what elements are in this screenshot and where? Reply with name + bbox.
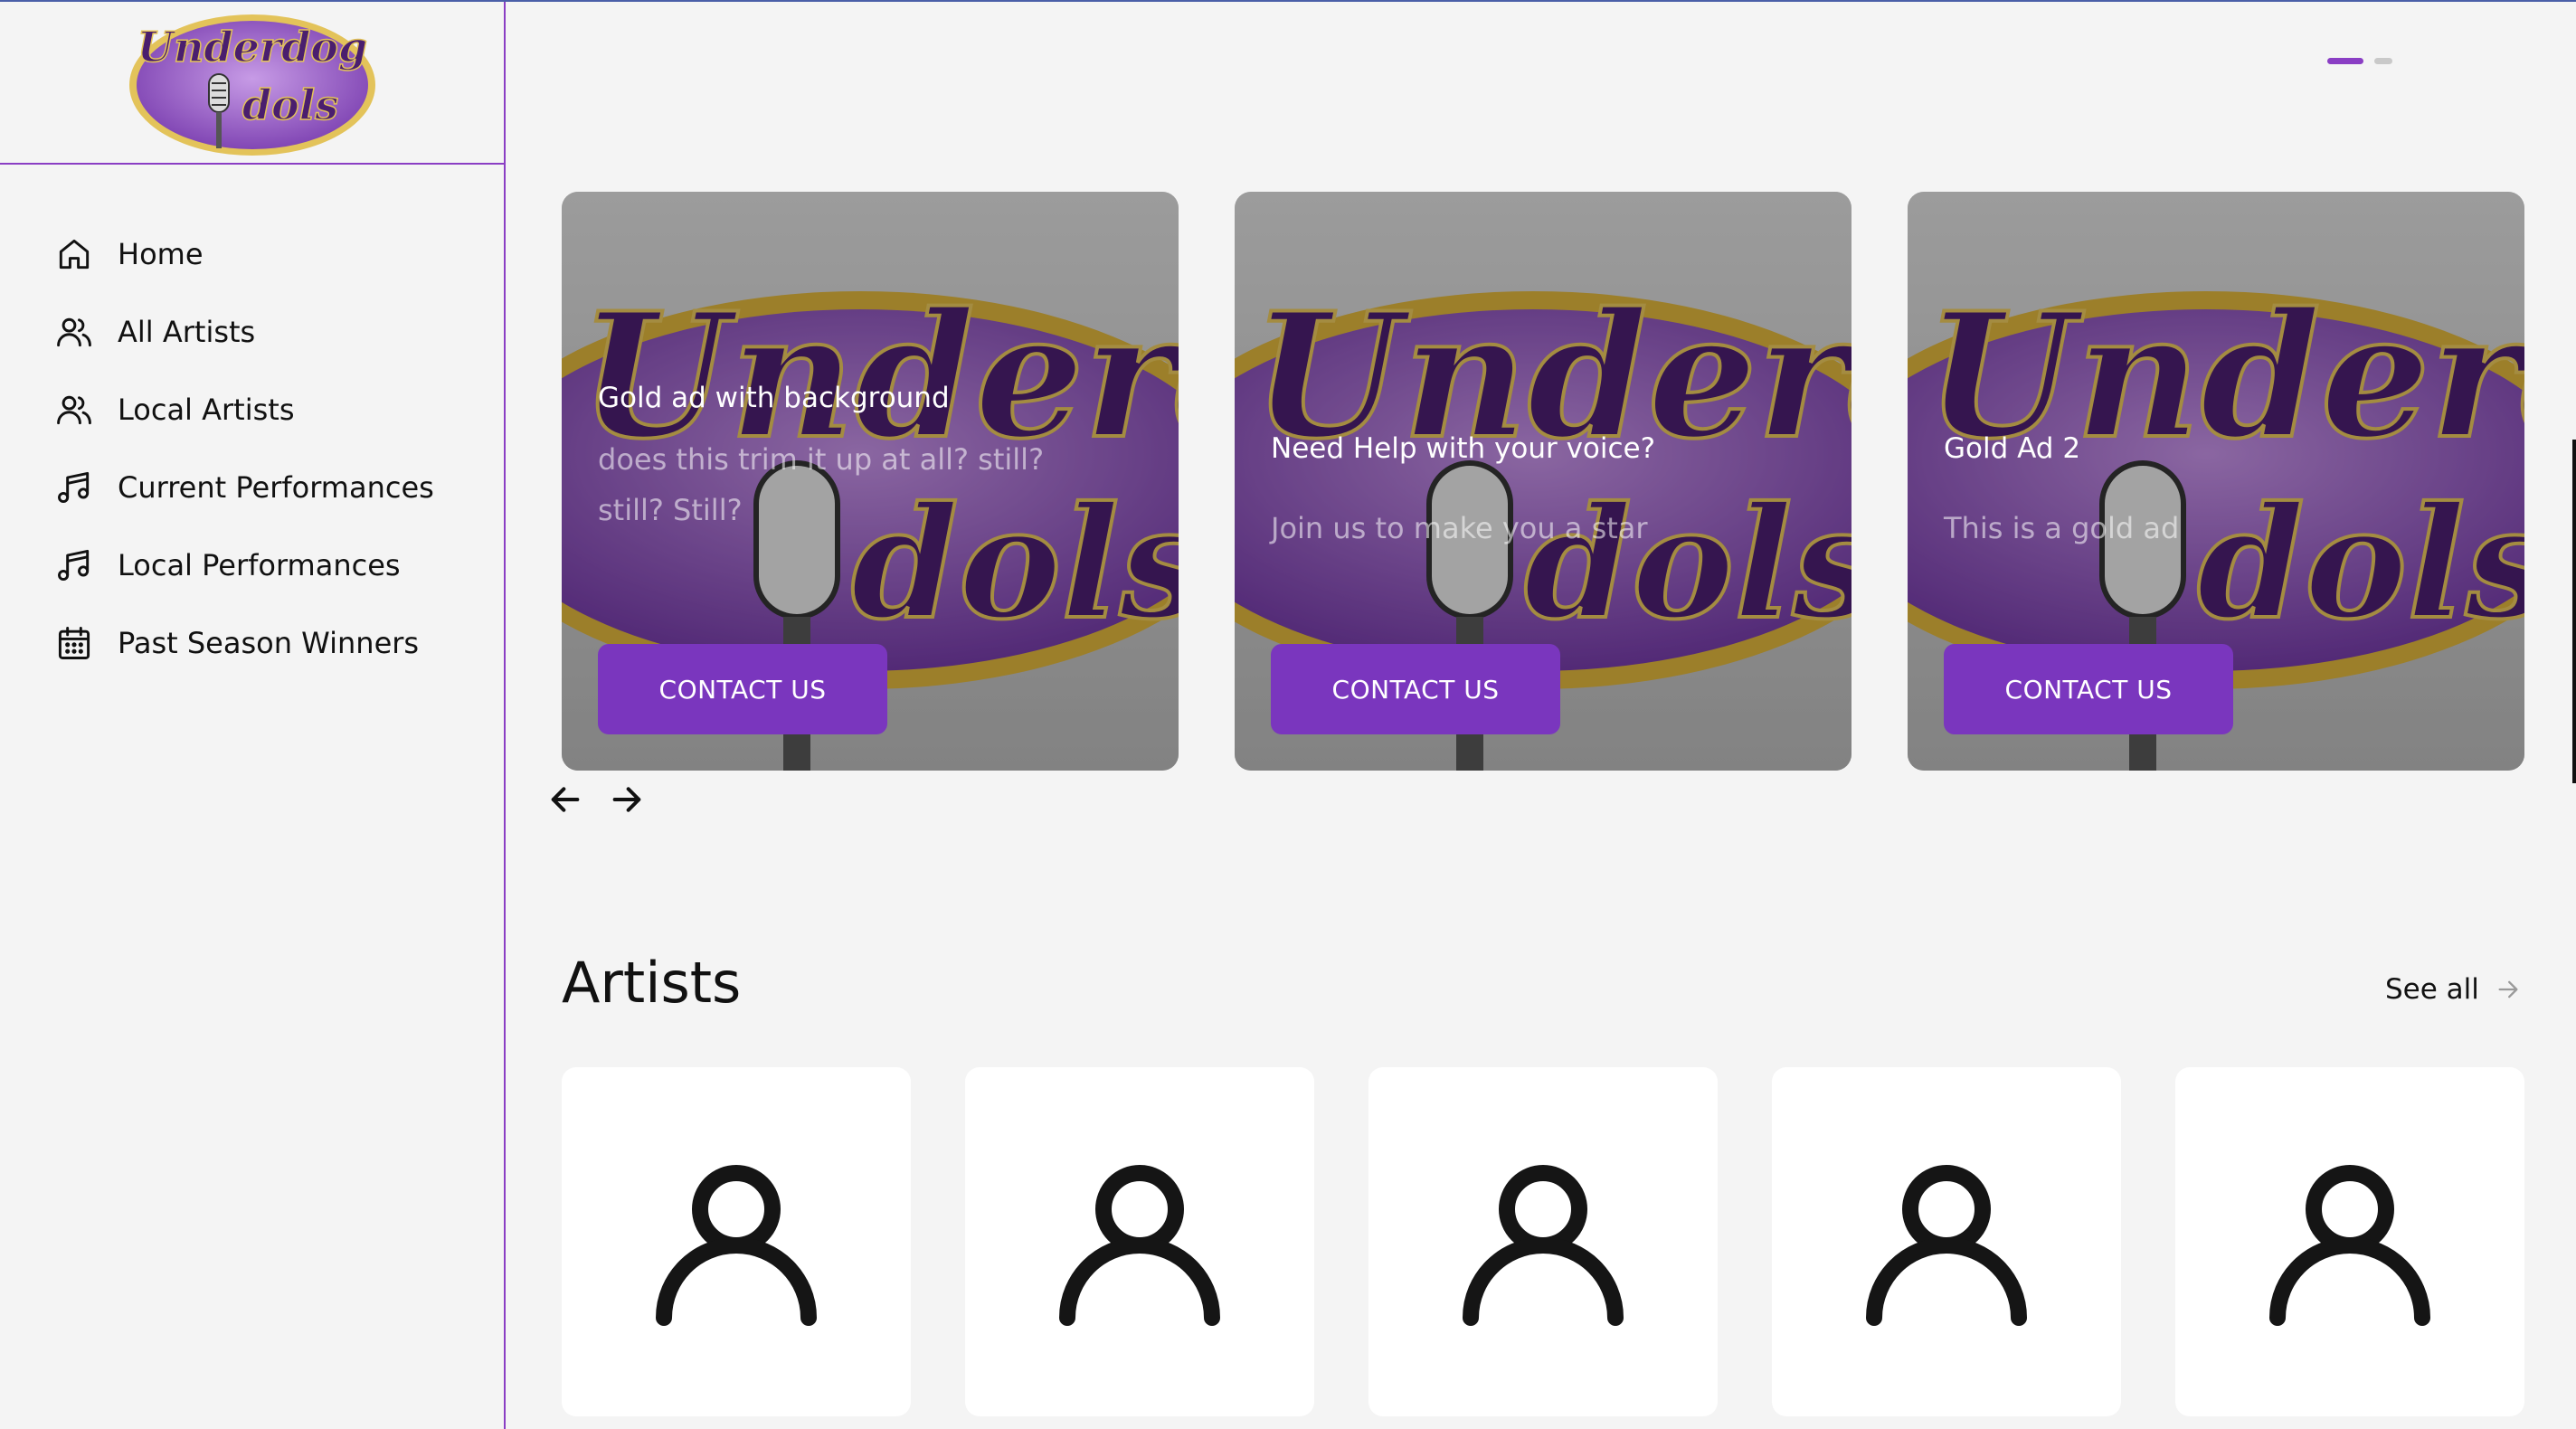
- sidebar-item-label: Local Performances: [118, 548, 401, 582]
- carousel-arrows: [547, 781, 645, 818]
- calendar-icon: [54, 623, 94, 663]
- main-content: Underdog dols Gold ad with background do…: [507, 2, 2576, 1429]
- scrollbar-thumb[interactable]: [2572, 440, 2576, 783]
- sidebar-item-label: Past Season Winners: [118, 626, 420, 660]
- user-avatar-icon: [1866, 1165, 2027, 1326]
- arrow-right-icon: [2498, 980, 2518, 998]
- ad-description: does this trim it up at all? still? stil…: [598, 442, 1045, 527]
- sidebar-item-local-performances[interactable]: Local Performances: [0, 526, 504, 604]
- logo-area: Underdog dols: [0, 2, 504, 165]
- users-icon: [54, 312, 94, 352]
- see-all-label: See all: [2385, 973, 2479, 1006]
- arrow-left-icon[interactable]: [547, 781, 583, 818]
- artist-card[interactable]: [2175, 1067, 2524, 1416]
- artist-card[interactable]: [1368, 1067, 1718, 1416]
- artists-section-title: Artists: [562, 950, 742, 1016]
- carousel-dot-active[interactable]: [2327, 58, 2363, 64]
- artist-card[interactable]: [965, 1067, 1314, 1416]
- ad-card[interactable]: Underdog dols Need Help with your voice?…: [1235, 192, 1852, 771]
- ad-title: Need Help with your voice?: [1271, 432, 1656, 465]
- contact-us-button[interactable]: CONTACT US: [1944, 644, 2233, 734]
- sidebar-item-label: Current Performances: [118, 470, 434, 505]
- sidebar-item-home[interactable]: Home: [0, 215, 504, 293]
- ad-card[interactable]: Underdog dols Gold ad with background do…: [562, 192, 1179, 771]
- svg-text:dols: dols: [242, 80, 337, 129]
- user-avatar-icon: [656, 1165, 817, 1326]
- home-icon: [54, 234, 94, 274]
- sidebar-item-label: Home: [118, 237, 204, 271]
- carousel-pagination: [2327, 58, 2392, 64]
- sidebar-item-label: Local Artists: [118, 393, 295, 427]
- artist-card[interactable]: [1772, 1067, 2121, 1416]
- see-all-link[interactable]: See all: [2385, 973, 2521, 1006]
- ad-title: Gold ad with background: [598, 382, 950, 414]
- user-avatar-icon: [2269, 1165, 2430, 1326]
- arrow-right-icon[interactable]: [609, 781, 645, 818]
- music-note-icon: [54, 468, 94, 507]
- carousel-dot[interactable]: [2374, 58, 2392, 64]
- contact-us-button[interactable]: CONTACT US: [1271, 644, 1560, 734]
- sidebar-item-past-season-winners[interactable]: Past Season Winners: [0, 604, 504, 682]
- sidebar-item-local-artists[interactable]: Local Artists: [0, 371, 504, 449]
- sidebar: Underdog dols Home All Artists Local Art…: [0, 2, 506, 1429]
- ad-description: Join us to make you a star: [1271, 511, 1648, 545]
- artist-card[interactable]: [562, 1067, 911, 1416]
- contact-us-button[interactable]: CONTACT US: [598, 644, 887, 734]
- sidebar-item-current-performances[interactable]: Current Performances: [0, 449, 504, 526]
- sidebar-item-all-artists[interactable]: All Artists: [0, 293, 504, 371]
- sidebar-item-label: All Artists: [118, 315, 256, 349]
- sidebar-nav: Home All Artists Local Artists Current P…: [0, 165, 504, 682]
- user-avatar-icon: [1463, 1165, 1624, 1326]
- user-avatar-icon: [1059, 1165, 1220, 1326]
- svg-text:Underdog: Underdog: [137, 23, 366, 71]
- ad-title: Gold Ad 2: [1944, 432, 2081, 465]
- music-note-icon: [54, 545, 94, 585]
- underdog-idols-logo[interactable]: Underdog dols: [126, 5, 379, 161]
- ad-card[interactable]: Underdog dols Gold Ad 2 This is a gold a…: [1908, 192, 2524, 771]
- ad-description: This is a gold ad: [1944, 511, 2180, 545]
- users-icon: [54, 390, 94, 430]
